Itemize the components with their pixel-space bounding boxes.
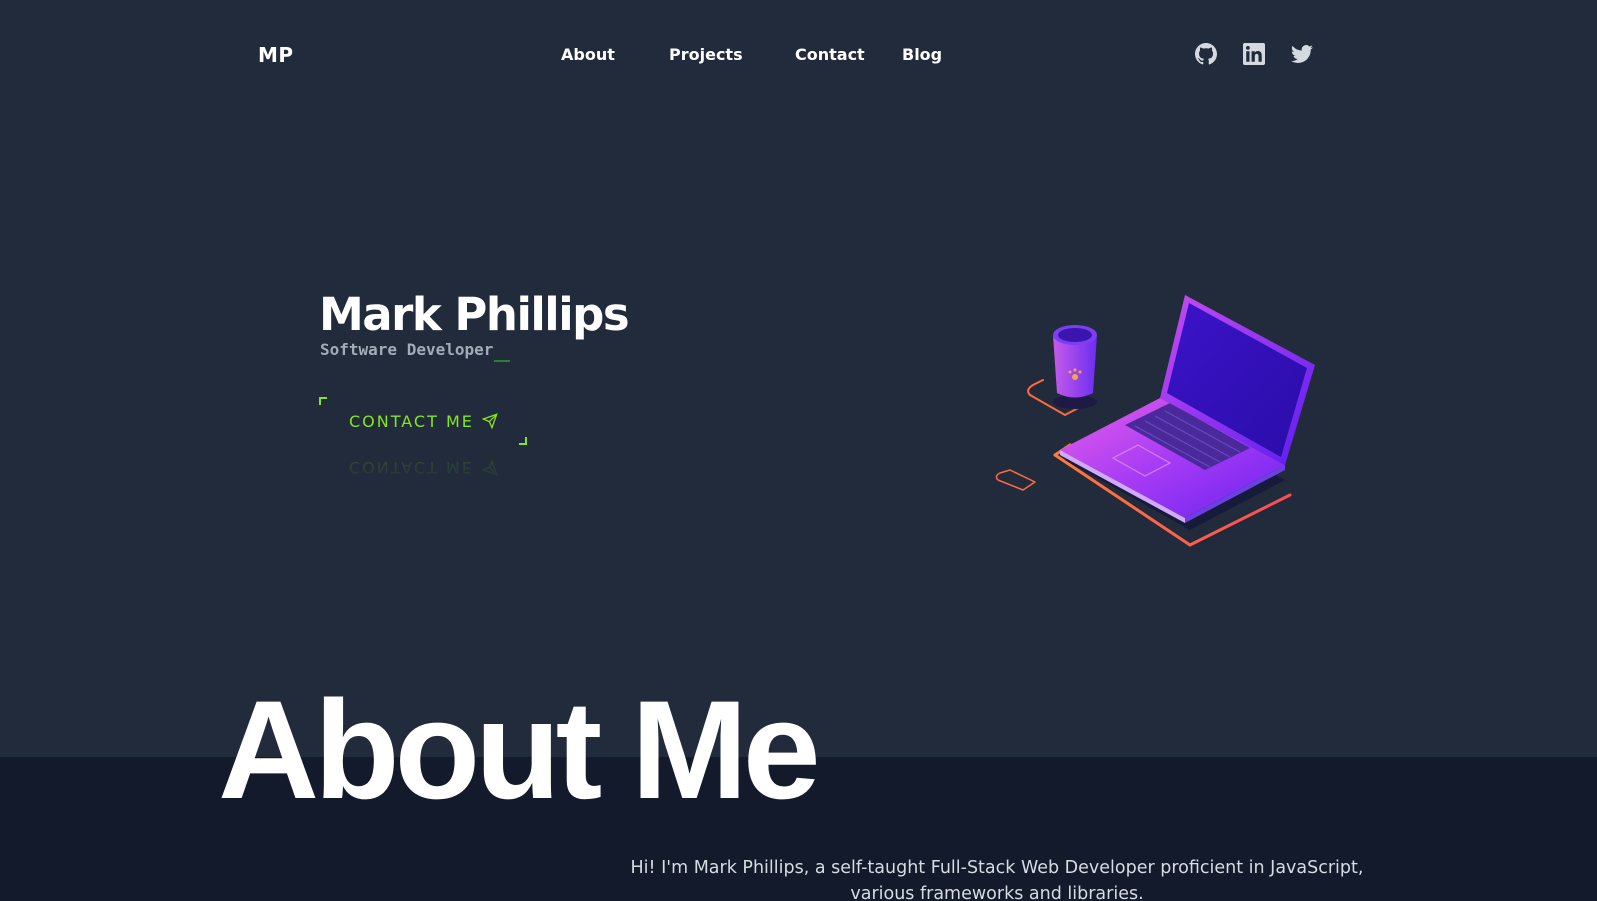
github-icon[interactable] (1195, 43, 1217, 65)
nav-link-about[interactable]: About (561, 45, 615, 64)
portfolio-page: MP About Projects Contact Blog Mark Phil… (0, 0, 1597, 901)
linkedin-icon[interactable] (1243, 43, 1265, 65)
hero-name: Mark Phillips (319, 288, 630, 341)
site-logo[interactable]: MP (258, 43, 294, 67)
button-corner-top-left (319, 397, 327, 405)
typing-cursor (494, 360, 510, 362)
nav-link-blog[interactable]: Blog (902, 45, 942, 64)
nav-link-contact[interactable]: Contact (795, 45, 865, 64)
twitter-icon[interactable] (1291, 43, 1313, 65)
about-heading: About Me (218, 671, 821, 828)
contact-me-button[interactable]: CONTACT ME (319, 397, 527, 445)
button-corner-bottom-right (519, 437, 527, 445)
contact-me-reflection-label: CONTACT ME (349, 458, 474, 478)
about-intro: Hi! I'm Mark Phillips, a self-taught Ful… (630, 858, 1364, 901)
hero-role: Software Developer (320, 340, 494, 359)
send-icon (481, 413, 498, 429)
laptop-illustration (995, 295, 1315, 547)
nav-link-projects[interactable]: Projects (669, 45, 743, 64)
contact-me-label: CONTACT ME (349, 411, 474, 431)
send-icon (481, 460, 498, 476)
contact-button-reflection: CONTACT ME (319, 448, 527, 488)
